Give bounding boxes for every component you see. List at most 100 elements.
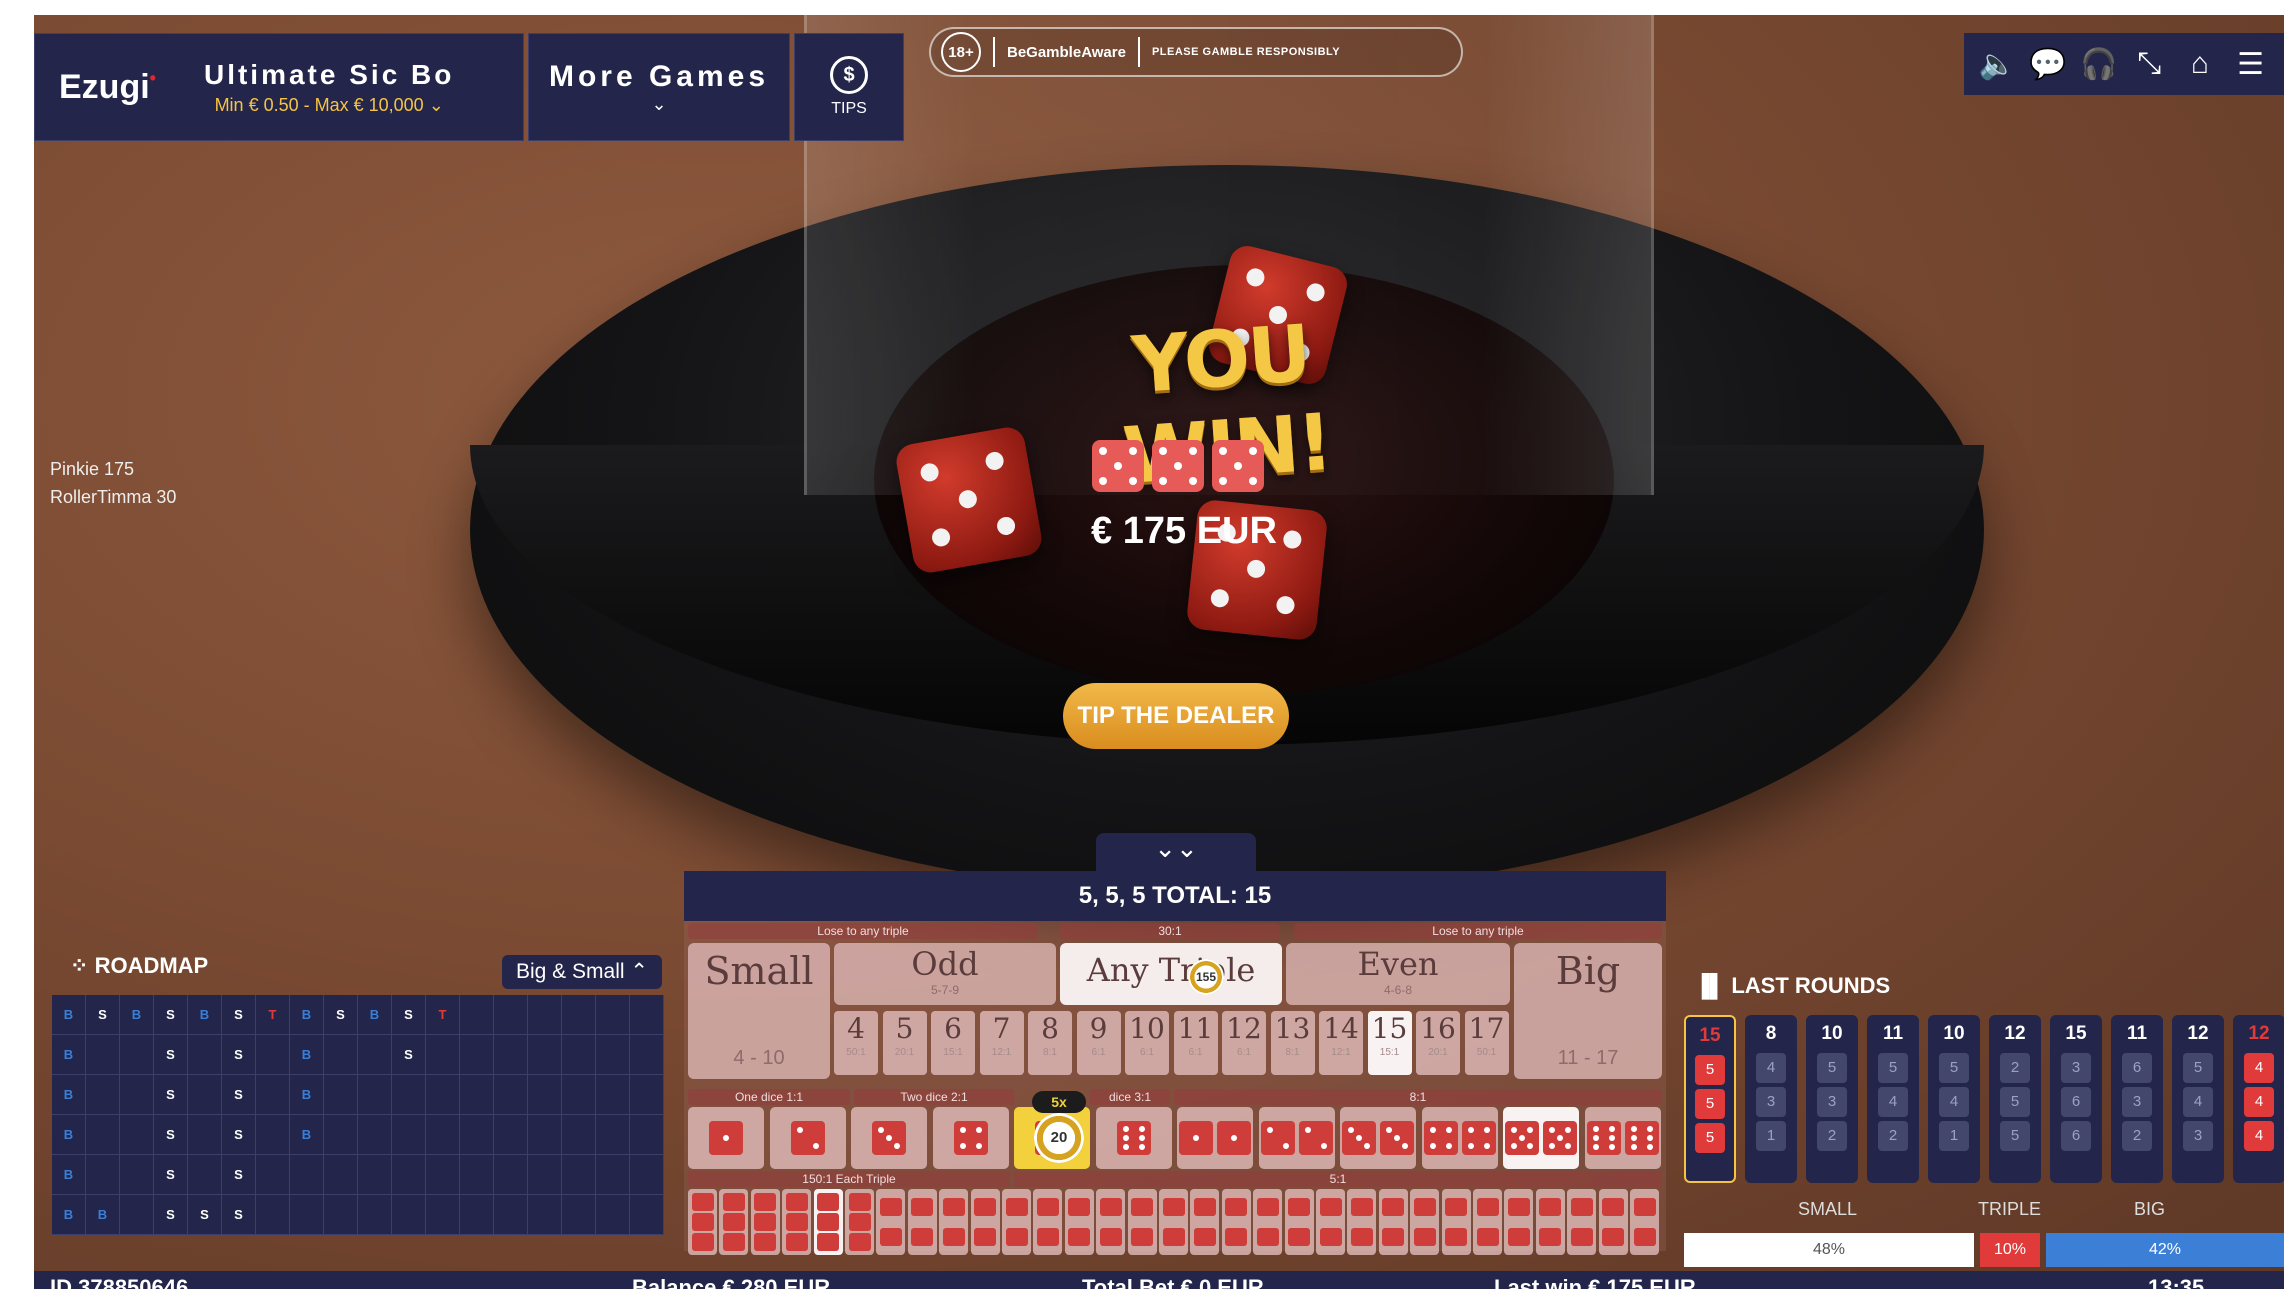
last-round: 12 5 4 3	[2172, 1015, 2224, 1183]
roadmap-cell	[188, 1075, 222, 1115]
bet-total-15[interactable]: 15 15:1	[1367, 1011, 1412, 1075]
bet-combination[interactable]	[1284, 1189, 1314, 1255]
tip-dealer-button[interactable]: TIP THE DEALER	[1063, 683, 1289, 749]
bet-combination[interactable]	[1410, 1189, 1440, 1255]
roadmap-cell	[256, 1155, 290, 1195]
bet-combination[interactable]	[939, 1189, 969, 1255]
round-die: 2	[1817, 1121, 1847, 1151]
bet-total-12[interactable]: 12 6:1	[1222, 1011, 1266, 1075]
bet-dice-6[interactable]	[1095, 1107, 1172, 1169]
home-icon[interactable]: ⌂	[2179, 47, 2221, 81]
bet-specific-triple[interactable]	[688, 1189, 717, 1255]
bet-combination[interactable]	[1159, 1189, 1188, 1255]
bet-combination[interactable]	[1002, 1189, 1031, 1255]
bet-specific-triple[interactable]	[719, 1189, 749, 1255]
bet-total-13[interactable]: 13 8:1	[1270, 1011, 1315, 1075]
responsible-gambling-banner[interactable]: 18+ BeGambleAware PLEASE GAMBLE RESPONSI…	[929, 27, 1463, 77]
roadmap-cell: B	[52, 1195, 86, 1235]
roadmap-cell	[460, 995, 494, 1035]
bet-combination[interactable]	[1064, 1189, 1094, 1255]
roadmap-toggle[interactable]: Big & Small ⌃	[502, 955, 662, 989]
bet-dice-1[interactable]	[688, 1107, 764, 1169]
bet-combination[interactable]	[1316, 1189, 1345, 1255]
bet-combination[interactable]	[970, 1189, 1000, 1255]
collapse-board-button[interactable]: ⌄⌄	[1096, 833, 1256, 871]
bet-combination[interactable]	[1630, 1189, 1659, 1255]
round-total: 12	[2187, 1023, 2209, 1044]
bet-dice-2-2[interactable]	[1258, 1107, 1335, 1169]
bet-total-11[interactable]: 11 6:1	[1173, 1011, 1218, 1075]
bet-combination[interactable]	[1347, 1189, 1377, 1255]
roadmap-cell	[392, 1075, 426, 1115]
bet-total-7[interactable]: 7 12:1	[979, 1011, 1024, 1075]
bet-specific-triple[interactable]	[782, 1189, 812, 1255]
bet-total-4[interactable]: 4 50:1	[834, 1011, 878, 1075]
bet-combination[interactable]	[1033, 1189, 1063, 1255]
roadmap-cell: S	[86, 995, 120, 1035]
menu-icon[interactable]: ☰	[2230, 47, 2272, 82]
support-icon[interactable]: 🎧	[2078, 47, 2120, 82]
roadmap-cell	[460, 1075, 494, 1115]
roadmap-cell: S	[222, 995, 256, 1035]
die-face-4-icon	[953, 1121, 988, 1155]
bet-total-17[interactable]: 17 50:1	[1464, 1011, 1509, 1075]
bet-dice-3[interactable]	[851, 1107, 927, 1169]
bet-total-5[interactable]: 5 20:1	[882, 1011, 927, 1075]
bet-combination[interactable]	[1504, 1189, 1534, 1255]
bet-combination[interactable]	[1473, 1189, 1502, 1255]
roadmap-cell: S	[392, 995, 426, 1035]
bet-combination[interactable]	[1096, 1189, 1126, 1255]
bet-specific-triple[interactable]	[750, 1189, 780, 1255]
bet-total-number: 9	[1089, 1012, 1108, 1045]
roadmap-cell	[188, 1115, 222, 1155]
roadmap-cell: S	[222, 1035, 256, 1075]
bet-total-10[interactable]: 10 6:1	[1125, 1011, 1169, 1075]
bet-combination[interactable]	[1253, 1189, 1283, 1255]
bet-dice-2[interactable]	[769, 1107, 846, 1169]
bet-combination[interactable]	[876, 1189, 906, 1255]
bet-combination[interactable]	[1598, 1189, 1628, 1255]
bet-combination[interactable]	[907, 1189, 937, 1255]
bet-dice-3-3[interactable]	[1340, 1107, 1416, 1169]
bet-even[interactable]: Even 4-6-8	[1286, 943, 1510, 1005]
bet-total-6[interactable]: 6 15:1	[931, 1011, 975, 1075]
bet-combination[interactable]	[1441, 1189, 1471, 1255]
sound-icon[interactable]: 🔈	[1976, 47, 2018, 82]
bet-combination[interactable]	[1535, 1189, 1565, 1255]
bet-combination[interactable]	[1378, 1189, 1408, 1255]
odds-label: 8:1	[1174, 1089, 1662, 1105]
roadmap-cell	[494, 1075, 528, 1115]
roadmap-cell: B	[52, 1035, 86, 1075]
game-header[interactable]: Ezugi• Ultimate Sic Bo Min € 0.50 - Max …	[34, 33, 524, 141]
roadmap-cell	[596, 1035, 630, 1075]
bet-specific-triple[interactable]	[813, 1189, 843, 1255]
bet-combination[interactable]	[1127, 1189, 1157, 1255]
roadmap-cell	[426, 1155, 460, 1195]
bet-big[interactable]: Big 11 - 17	[1514, 943, 1662, 1079]
bet-dice-1-1[interactable]	[1177, 1107, 1253, 1169]
table-limits[interactable]: Min € 0.50 - Max € 10,000 ⌄	[204, 95, 454, 116]
bet-specific-triple[interactable]	[845, 1189, 874, 1255]
bet-dice-6-6[interactable]	[1584, 1107, 1661, 1169]
odds-label: 30:1	[1060, 923, 1280, 939]
bet-odd[interactable]: Odd 5-7-9	[834, 943, 1056, 1005]
bet-combination[interactable]	[1221, 1189, 1251, 1255]
bet-combination[interactable]	[1190, 1189, 1220, 1255]
round-total: 10	[1821, 1023, 1843, 1044]
bet-dice-4-4[interactable]	[1421, 1107, 1498, 1169]
bet-dice-4[interactable]	[932, 1107, 1009, 1169]
bet-any-triple[interactable]: Any Triple	[1060, 943, 1282, 1005]
chat-icon[interactable]: 💬	[2027, 47, 2069, 82]
bet-small[interactable]: Small 4 - 10	[688, 943, 830, 1079]
bet-total-9[interactable]: 9 6:1	[1076, 1011, 1121, 1075]
roadmap-cell: S	[222, 1075, 256, 1115]
bet-total-16[interactable]: 16 20:1	[1416, 1011, 1460, 1075]
more-games-button[interactable]: More Games ⌄	[528, 33, 790, 141]
bet-combination[interactable]	[1567, 1189, 1597, 1255]
die-face-1-icon	[709, 1121, 743, 1155]
fullscreen-exit-icon[interactable]: ⤡	[2128, 47, 2170, 81]
bet-total-14[interactable]: 14 12:1	[1319, 1011, 1363, 1075]
bet-total-8[interactable]: 8 8:1	[1028, 1011, 1072, 1075]
tips-button[interactable]: $ TIPS	[794, 33, 904, 141]
bet-dice-5-5[interactable]	[1503, 1107, 1579, 1169]
